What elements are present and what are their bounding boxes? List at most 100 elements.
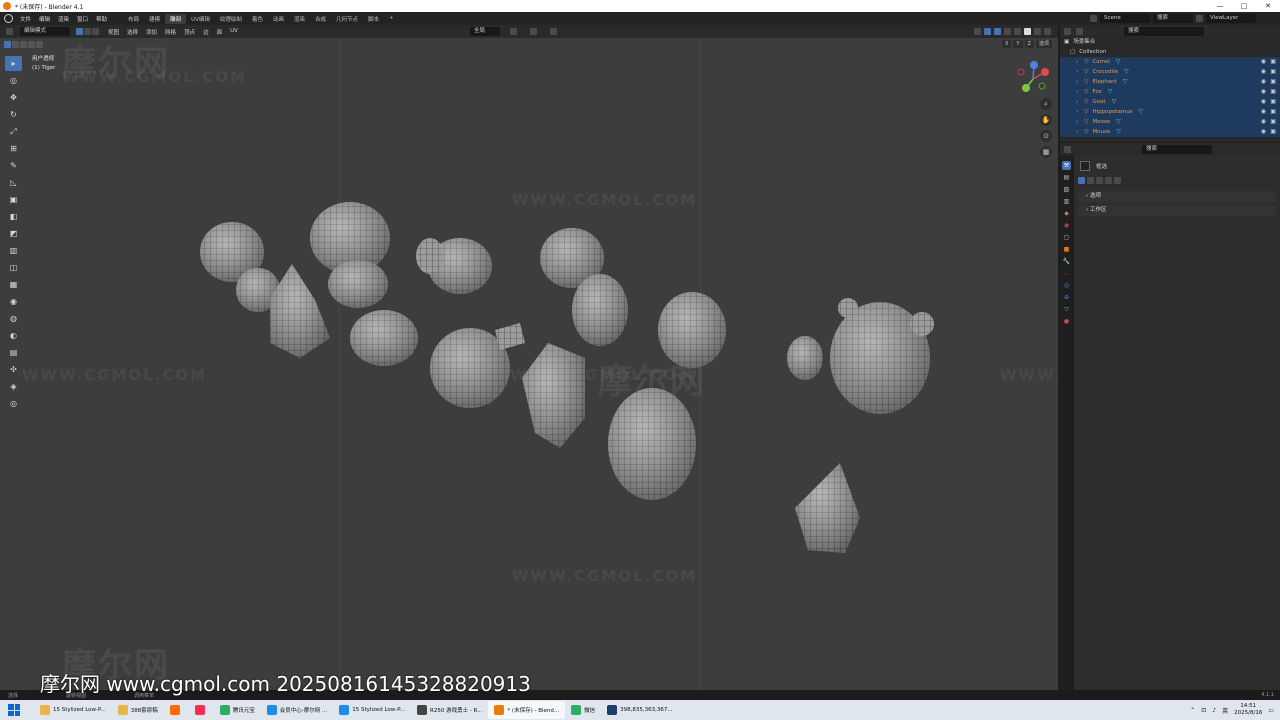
select-box-icon[interactable] — [1080, 161, 1090, 171]
orthographic-toggle-icon[interactable]: ▦ — [1040, 146, 1052, 158]
animal-fox[interactable] — [270, 264, 330, 358]
mode-invert-icon[interactable] — [1105, 177, 1112, 184]
overlay-toggle-icon[interactable] — [994, 28, 1001, 35]
viewport-menu-item[interactable]: 边 — [199, 28, 213, 36]
particles-tab-icon[interactable]: ∴ — [1062, 269, 1071, 278]
tool-tab-icon[interactable]: ⚒ — [1062, 161, 1071, 170]
animal-squirrel[interactable] — [200, 222, 280, 312]
animal-elephant[interactable] — [416, 238, 492, 294]
physics-tab-icon[interactable]: ◎ — [1062, 281, 1071, 290]
taskbar-app[interactable] — [189, 701, 214, 719]
visibility-icon[interactable] — [974, 28, 981, 35]
taskbar-app[interactable]: 15 Stylized Low-P... — [34, 701, 112, 719]
workspace-tab[interactable]: 雕刻 — [165, 13, 187, 24]
gizmo-toggle-icon[interactable] — [984, 28, 991, 35]
viewport-menu-item[interactable]: UV — [226, 28, 242, 36]
taskbar-app[interactable]: 会员中心-摩尔网 ... — [261, 701, 333, 719]
render-camera-icon[interactable]: ▣ — [1270, 67, 1276, 77]
zoom-icon[interactable]: ⌕ — [1040, 98, 1052, 110]
blender-menu-icon[interactable] — [4, 14, 13, 23]
outliner-search-input[interactable]: 搜索 — [1124, 26, 1204, 36]
outliner-item[interactable]: › ▽ Mouse ▽ ◉ ▣ — [1060, 127, 1280, 137]
notification-icon[interactable]: ▭ — [1268, 707, 1274, 714]
render-camera-icon[interactable]: ▣ — [1270, 87, 1276, 97]
mode-subtract-icon[interactable] — [1096, 177, 1103, 184]
collection-row[interactable]: ▢ Collection — [1060, 47, 1280, 57]
camera-view-icon[interactable]: ⊙ — [1040, 130, 1052, 142]
view-layer-tab-icon[interactable]: ▥ — [1062, 197, 1071, 206]
options-panel[interactable]: › 选项 — [1078, 191, 1276, 202]
menu-window[interactable]: 窗口 — [73, 15, 92, 23]
menu-file[interactable]: 文件 — [16, 15, 35, 23]
collection-tab-icon[interactable]: ▢ — [1062, 233, 1071, 242]
mirror-z-toggle[interactable]: Z — [1024, 40, 1034, 48]
animal-hippopotamus[interactable] — [658, 292, 726, 368]
visibility-eye-icon[interactable]: ◉ — [1261, 107, 1266, 117]
pan-hand-icon[interactable]: ✋ — [1040, 114, 1052, 126]
scene-search-input[interactable]: 搜索 — [1153, 14, 1193, 23]
edge-select-button[interactable] — [84, 28, 91, 35]
animal-lamb[interactable] — [572, 274, 628, 346]
outliner-item[interactable]: › ▽ Camel ▽ ◉ ▣ — [1060, 57, 1280, 67]
menu-help[interactable]: 帮助 — [92, 15, 111, 23]
taskbar-app[interactable] — [164, 701, 189, 719]
workspace-tab[interactable]: + — [384, 14, 399, 24]
windows-start-icon[interactable] — [8, 704, 20, 716]
workspace-tab[interactable]: 动画 — [268, 14, 289, 24]
expand-arrow-icon[interactable]: › — [1076, 117, 1078, 127]
scene-field[interactable]: Scene — [1100, 14, 1150, 23]
rendered-shading-icon[interactable] — [1044, 28, 1051, 35]
xray-icon[interactable] — [1004, 28, 1011, 35]
expand-arrow-icon[interactable]: › — [1076, 97, 1078, 107]
proportional-edit-icon[interactable] — [550, 28, 557, 35]
pivot-icon[interactable] — [510, 28, 517, 35]
render-tab-icon[interactable]: ▤ — [1062, 173, 1071, 182]
view-layer-field[interactable]: ViewLayer — [1206, 14, 1256, 23]
animal-moose[interactable] — [430, 323, 525, 408]
workspace-tab[interactable]: 合成 — [310, 14, 331, 24]
viewport-menu-item[interactable]: 网格 — [161, 28, 180, 36]
snap-icon[interactable] — [530, 28, 537, 35]
modifier-tab-icon[interactable]: 🔧 — [1062, 257, 1071, 266]
mirror-x-toggle[interactable]: X — [1002, 40, 1012, 48]
expand-arrow-icon[interactable]: › — [1076, 57, 1078, 67]
output-tab-icon[interactable]: ▧ — [1062, 185, 1071, 194]
animal-rabbit[interactable] — [787, 336, 823, 380]
taskbar-app[interactable]: 微信 — [565, 701, 601, 719]
3d-viewport[interactable]: ▸ ◎ ✥ ↻ ⤢ ⊞ ✎ ◺ ▣ ◧ ◩ ▥ ◫ ▦ ◉ ◍ ◐ ▤ ✣ ◈ ◎ 用户透视 (1) Tiger 摩尔网… — [0, 38, 1058, 690]
data-tab-icon[interactable]: ▽ — [1062, 305, 1071, 314]
visibility-eye-icon[interactable]: ◉ — [1261, 97, 1266, 107]
taskbar-app[interactable]: 15 Stylized Low-P... — [333, 701, 411, 719]
transform-orientation[interactable]: 全局 — [470, 27, 500, 36]
properties-editor-icon[interactable] — [1064, 145, 1071, 153]
animal-rhino[interactable] — [795, 463, 860, 553]
mirror-y-toggle[interactable]: Y — [1013, 40, 1023, 48]
input-language[interactable]: 英 — [1222, 706, 1228, 715]
animal-monkey[interactable] — [310, 202, 390, 308]
menu-edit[interactable]: 编辑 — [35, 15, 54, 23]
workspace-tab[interactable]: 纹理绘制 — [215, 14, 247, 24]
volume-icon[interactable]: ♪ — [1212, 707, 1216, 714]
viewport-menu-item[interactable]: 添加 — [142, 28, 161, 36]
workspace-tab[interactable]: 建模 — [144, 14, 165, 24]
workspace-tab[interactable]: UV编辑 — [186, 14, 215, 24]
viewport-menu-item[interactable]: 顶点 — [180, 28, 199, 36]
render-camera-icon[interactable]: ▣ — [1270, 97, 1276, 107]
outliner-item[interactable]: › ▽ Elephant ▽ ◉ ▣ — [1060, 77, 1280, 87]
editor-type-icon[interactable] — [6, 28, 13, 35]
render-camera-icon[interactable]: ▣ — [1270, 57, 1276, 67]
object-tab-icon[interactable]: ■ — [1062, 245, 1071, 254]
render-camera-icon[interactable]: ▣ — [1270, 117, 1276, 127]
animal-bear[interactable] — [830, 298, 934, 414]
outliner-item[interactable]: › ▽ Crocodile ▽ ◉ ▣ — [1060, 67, 1280, 77]
face-select-button[interactable] — [92, 28, 99, 35]
taskbar-app[interactable]: R250 游戏勇士 - R... — [411, 701, 488, 719]
scene-collection-row[interactable]: ▣ 场景集合 — [1060, 37, 1280, 47]
outliner-item[interactable]: › ▽ Hippopotamus ▽ ◉ ▣ — [1060, 107, 1280, 117]
workspace-tab[interactable]: 几何节点 — [331, 14, 363, 24]
taskbar-app[interactable]: 388套原稿 — [112, 701, 164, 719]
solid-shading-icon[interactable] — [1024, 28, 1031, 35]
viewport-menu-item[interactable]: 选择 — [123, 28, 142, 36]
workspace-tab[interactable]: 渲染 — [289, 14, 310, 24]
taskbar-app[interactable]: * (未保存) - Blend... — [488, 701, 566, 719]
